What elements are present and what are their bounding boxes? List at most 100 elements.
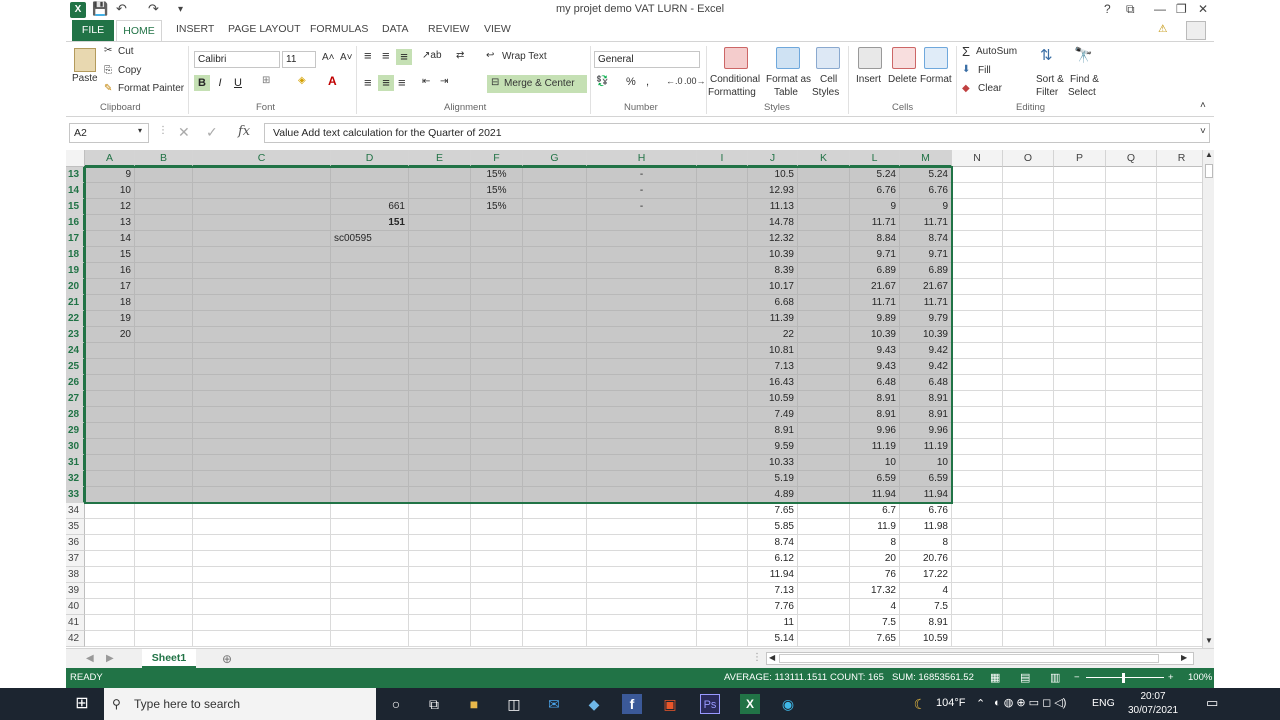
format-cells-icon[interactable] [924, 47, 948, 69]
cell-i35[interactable] [697, 519, 748, 535]
cell-h16[interactable] [587, 215, 697, 231]
cell-h13[interactable]: - [587, 167, 697, 183]
cell-j17[interactable]: 12.32 [748, 231, 798, 247]
align-center-icon[interactable]: ≡ [378, 75, 394, 91]
cell-r31[interactable] [1157, 455, 1202, 471]
cell-h20[interactable] [587, 279, 697, 295]
cell-r13[interactable] [1157, 167, 1202, 183]
cell-j29[interactable]: 8.91 [748, 423, 798, 439]
cell-a25[interactable] [85, 359, 135, 375]
cell-b30[interactable] [135, 439, 193, 455]
select-all-button[interactable] [66, 150, 85, 167]
row-header[interactable]: 38 [66, 567, 85, 583]
cell-m22[interactable]: 9.79 [900, 311, 952, 327]
cell-b18[interactable] [135, 247, 193, 263]
cell-l13[interactable]: 5.24 [850, 167, 900, 183]
cell-styles-button-line2[interactable]: Styles [812, 87, 839, 98]
column-header-f[interactable]: F [471, 150, 523, 167]
row-header[interactable]: 15 [66, 199, 85, 215]
cell-r14[interactable] [1157, 183, 1202, 199]
row-header[interactable]: 37 [66, 551, 85, 567]
cell-p22[interactable] [1054, 311, 1106, 327]
cell-p42[interactable] [1054, 631, 1106, 647]
cell-l25[interactable]: 9.43 [850, 359, 900, 375]
cell-o18[interactable] [1003, 247, 1054, 263]
column-header-p[interactable]: P [1054, 150, 1106, 167]
font-color-icon[interactable]: A [328, 74, 337, 88]
cell-q19[interactable] [1106, 263, 1157, 279]
orientation-icon[interactable]: ↗ab [422, 50, 442, 61]
cell-i37[interactable] [697, 551, 748, 567]
zoom-level[interactable]: 100% [1188, 668, 1212, 688]
cell-j35[interactable]: 5.85 [748, 519, 798, 535]
cell-l27[interactable]: 8.91 [850, 391, 900, 407]
cell-o36[interactable] [1003, 535, 1054, 551]
cell-n24[interactable] [952, 343, 1003, 359]
cell-b31[interactable] [135, 455, 193, 471]
cell-e28[interactable] [409, 407, 471, 423]
accounting-format-icon[interactable]: 💱 [596, 76, 608, 87]
cell-e27[interactable] [409, 391, 471, 407]
cell-h32[interactable] [587, 471, 697, 487]
borders-icon[interactable]: ⊞ [262, 75, 270, 86]
cell-j41[interactable]: 11 [748, 615, 798, 631]
cell-n21[interactable] [952, 295, 1003, 311]
cell-o16[interactable] [1003, 215, 1054, 231]
cell-n39[interactable] [952, 583, 1003, 599]
cell-b14[interactable] [135, 183, 193, 199]
normal-view-icon[interactable]: ▦ [990, 668, 1000, 688]
find-select-button-line2[interactable]: Select [1068, 87, 1096, 98]
cell-c26[interactable] [193, 375, 331, 391]
cell-b32[interactable] [135, 471, 193, 487]
vertical-scrollbar[interactable]: ▲ ▼ [1202, 150, 1214, 648]
percent-button[interactable]: % [626, 76, 636, 88]
cell-r27[interactable] [1157, 391, 1202, 407]
mail-icon[interactable]: ✉ [544, 694, 564, 714]
cell-p21[interactable] [1054, 295, 1106, 311]
cell-m41[interactable]: 8.91 [900, 615, 952, 631]
cell-r29[interactable] [1157, 423, 1202, 439]
cell-g27[interactable] [523, 391, 587, 407]
cell-q16[interactable] [1106, 215, 1157, 231]
delete-cells-button[interactable]: Delete [888, 74, 917, 85]
cell-o41[interactable] [1003, 615, 1054, 631]
cell-q25[interactable] [1106, 359, 1157, 375]
cell-q34[interactable] [1106, 503, 1157, 519]
cell-p36[interactable] [1054, 535, 1106, 551]
cell-j26[interactable]: 16.43 [748, 375, 798, 391]
cell-j24[interactable]: 10.81 [748, 343, 798, 359]
clock-time[interactable]: 20:07 [1128, 691, 1178, 702]
cell-c20[interactable] [193, 279, 331, 295]
cell-d37[interactable] [331, 551, 409, 567]
cell-h30[interactable] [587, 439, 697, 455]
increase-font-icon[interactable]: A˄ [322, 52, 335, 63]
cell-e37[interactable] [409, 551, 471, 567]
insert-function-button[interactable]: fx [238, 124, 250, 139]
tray-icons[interactable]: ◐ ◍ ⊕ ▭ ◻ ◁) [994, 696, 1066, 709]
cell-l21[interactable]: 11.71 [850, 295, 900, 311]
cell-m19[interactable]: 6.89 [900, 263, 952, 279]
cell-l42[interactable]: 7.65 [850, 631, 900, 647]
cell-a37[interactable] [85, 551, 135, 567]
cell-p17[interactable] [1054, 231, 1106, 247]
cell-j33[interactable]: 4.89 [748, 487, 798, 503]
cell-i20[interactable] [697, 279, 748, 295]
conditional-formatting-button-line2[interactable]: Formatting [708, 87, 756, 98]
cell-a41[interactable] [85, 615, 135, 631]
maximize-button[interactable]: ❐ [1176, 2, 1187, 16]
cell-e22[interactable] [409, 311, 471, 327]
cell-k34[interactable] [798, 503, 850, 519]
cell-r33[interactable] [1157, 487, 1202, 503]
cell-h22[interactable] [587, 311, 697, 327]
cell-e20[interactable] [409, 279, 471, 295]
cell-g31[interactable] [523, 455, 587, 471]
cell-k16[interactable] [798, 215, 850, 231]
cell-n36[interactable] [952, 535, 1003, 551]
zoom-slider-thumb[interactable] [1122, 673, 1125, 683]
cell-l31[interactable]: 10 [850, 455, 900, 471]
cell-c34[interactable] [193, 503, 331, 519]
row-header[interactable]: 26 [66, 375, 85, 391]
cell-n33[interactable] [952, 487, 1003, 503]
cell-b26[interactable] [135, 375, 193, 391]
cell-e41[interactable] [409, 615, 471, 631]
